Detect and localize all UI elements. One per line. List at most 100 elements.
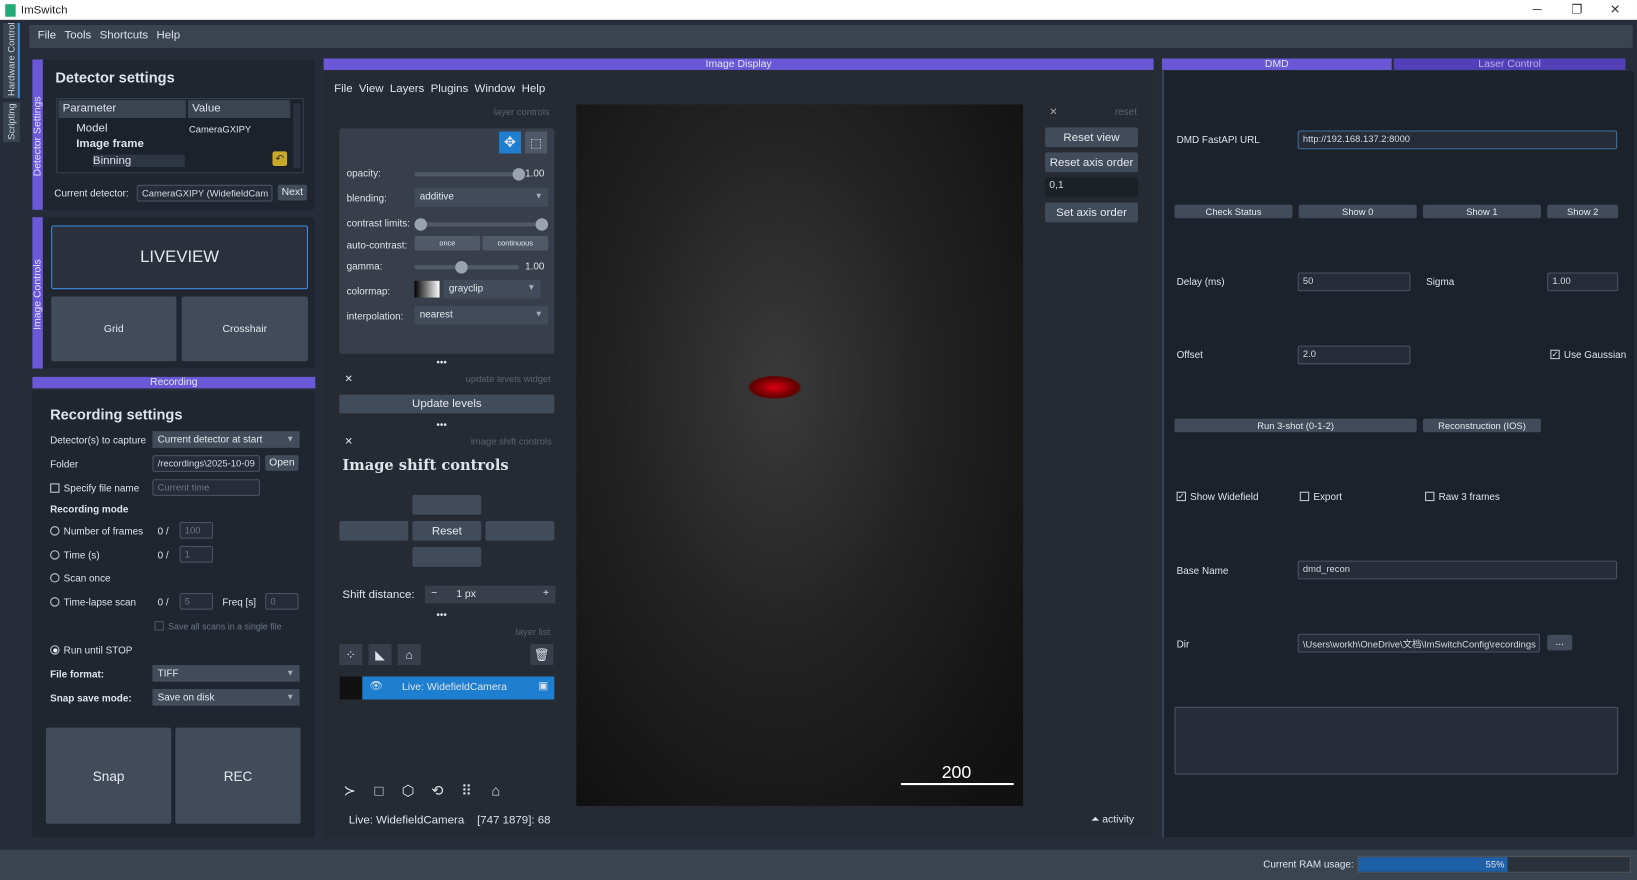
tree-row-model[interactable]: Model (76, 122, 107, 135)
interpolation-select[interactable]: nearest (414, 305, 549, 325)
show-2-button[interactable]: Show 2 (1547, 204, 1619, 219)
file-format-select[interactable]: TIFF (152, 665, 300, 682)
reset-view-button[interactable]: Reset view (1045, 127, 1138, 148)
tab-scripting[interactable]: Scripting (3, 102, 20, 142)
raw-3-frames-checkbox[interactable] (1425, 491, 1435, 502)
timelapse-input[interactable]: 5 (179, 592, 213, 610)
close-icon[interactable]: ✕ (345, 436, 353, 447)
snap-button[interactable]: Snap (45, 727, 172, 824)
splitter-handle[interactable]: ••• (436, 610, 446, 621)
shift-left-button[interactable] (339, 520, 409, 541)
shift-right-button[interactable] (485, 520, 555, 541)
splitter-handle[interactable]: ••• (436, 357, 446, 368)
pan-zoom-icon[interactable]: ✥ (499, 131, 521, 154)
shift-distance-stepper[interactable]: − 1 px + (424, 585, 556, 604)
napari-menu-help[interactable]: Help (522, 82, 546, 95)
ndisplay-icon[interactable]: □ (367, 779, 390, 802)
sigma-spinbox[interactable]: 1.00 (1547, 272, 1619, 292)
colormap-select[interactable]: grayclip (443, 279, 541, 299)
tab-laser-control[interactable]: Laser Control (1393, 58, 1626, 70)
transform-icon[interactable]: ⬚ (525, 131, 548, 154)
dir-input[interactable]: \Users\workh\OneDrive\文档\ImSwitchConfig\… (1297, 633, 1540, 653)
browse-button[interactable]: ... (1547, 634, 1573, 651)
timelapse-radio[interactable] (50, 597, 60, 607)
column-value[interactable]: Value (187, 100, 291, 118)
time-radio[interactable] (50, 550, 60, 560)
close-button[interactable]: ✕ (1610, 2, 1621, 17)
gamma-slider[interactable] (414, 261, 519, 274)
specify-filename-checkbox[interactable] (50, 483, 60, 493)
splitter-handle[interactable]: ••• (436, 420, 446, 431)
show-widefield-checkbox[interactable]: ✓ (1176, 491, 1186, 502)
new-labels-icon[interactable]: ⌂ (397, 644, 421, 666)
napari-menu-plugins[interactable]: Plugins (431, 82, 469, 95)
column-parameter[interactable]: Parameter (58, 100, 186, 118)
delay-spinbox[interactable]: 50 (1297, 272, 1411, 292)
close-icon[interactable]: ✕ (1049, 106, 1057, 117)
crosshair-button[interactable]: Crosshair (181, 296, 308, 362)
activity-button[interactable]: ⏶ activity (1091, 814, 1134, 825)
transpose-icon[interactable]: ⟲ (426, 779, 449, 802)
new-shapes-icon[interactable]: ◣ (368, 644, 392, 666)
tree-row-image-frame[interactable]: Image frame (76, 138, 144, 151)
menu-help[interactable]: Help (156, 29, 180, 44)
current-detector-select[interactable]: CameraGXIPY (WidefieldCam (136, 184, 273, 202)
axis-order-input[interactable]: 0,1 (1045, 177, 1138, 198)
grid-button[interactable]: Grid (51, 296, 177, 362)
tab-dmd[interactable]: DMD (1161, 58, 1392, 70)
frames-radio[interactable] (50, 526, 60, 536)
reset-axis-order-button[interactable]: Reset axis order (1045, 152, 1138, 173)
visibility-eye-icon[interactable]: 👁 (370, 681, 383, 692)
roll-dims-icon[interactable]: ⬡ (397, 779, 420, 802)
napari-menu-view[interactable]: View (359, 82, 384, 95)
run-until-stop-radio[interactable] (50, 645, 60, 655)
image-canvas[interactable]: 200 (576, 104, 1024, 806)
use-gaussian-checkbox[interactable]: ✓ (1550, 349, 1560, 360)
home-icon[interactable]: ⌂ (484, 779, 507, 802)
liveview-button[interactable]: LIVEVIEW (51, 225, 308, 290)
continuous-button[interactable]: continuous (482, 235, 549, 251)
menu-shortcuts[interactable]: Shortcuts (100, 29, 149, 44)
contrast-slider[interactable] (414, 218, 549, 231)
parameter-tree[interactable]: Parameter Value Model CameraGXIPY Image … (56, 98, 304, 174)
offset-spinbox[interactable]: 2.0 (1297, 345, 1411, 365)
log-textarea[interactable] (1174, 706, 1619, 775)
undo-icon[interactable]: ↶ (272, 151, 288, 166)
napari-menu-layers[interactable]: Layers (390, 82, 424, 95)
blending-select[interactable]: additive (414, 187, 549, 207)
shift-distance-value[interactable]: 1 px (456, 589, 476, 600)
url-input[interactable]: http://192.168.137.2:8000 (1297, 130, 1618, 150)
tree-scrollbar[interactable] (293, 103, 301, 169)
folder-input[interactable]: /recordings\2025-10-09 (152, 455, 260, 472)
layer-item[interactable]: 👁 Live: WidefieldCamera ▣ (339, 676, 555, 700)
maximize-button[interactable]: ❐ (1571, 2, 1582, 17)
napari-menu-file[interactable]: File (334, 82, 353, 95)
rec-button[interactable]: REC (175, 727, 301, 824)
save-all-checkbox[interactable] (154, 621, 164, 631)
tab-image-display[interactable]: Image Display (323, 58, 1154, 70)
set-axis-order-button[interactable]: Set axis order (1045, 202, 1138, 223)
next-detector-button[interactable]: Next (277, 184, 307, 201)
new-points-icon[interactable]: ⁘ (339, 644, 363, 666)
tree-row-binning[interactable]: Binning (92, 154, 185, 168)
show-1-button[interactable]: Show 1 (1422, 204, 1541, 219)
minimize-button[interactable]: ─ (1533, 2, 1542, 17)
frames-input[interactable]: 100 (179, 522, 213, 539)
run-3-shot-button[interactable]: Run 3-shot (0-1-2) (1174, 418, 1417, 433)
increment-button[interactable]: + (543, 588, 549, 599)
close-icon[interactable]: ✕ (345, 374, 353, 385)
reconstruction-button[interactable]: Reconstruction (IOS) (1422, 418, 1541, 433)
once-button[interactable]: once (414, 235, 481, 251)
filename-input[interactable]: Current time (152, 479, 260, 496)
detectors-select[interactable]: Current detector at start (152, 431, 300, 448)
delete-layer-icon[interactable]: 🗑 (530, 644, 554, 666)
menu-file[interactable]: File (38, 29, 57, 44)
export-checkbox[interactable] (1299, 491, 1310, 502)
console-icon[interactable]: ≻ (338, 779, 361, 802)
grid-icon[interactable]: ⠿ (455, 779, 478, 802)
menu-tools[interactable]: Tools (64, 29, 91, 44)
decrement-button[interactable]: − (431, 588, 437, 599)
scan-once-radio[interactable] (50, 573, 60, 583)
time-input[interactable]: 1 (179, 546, 213, 563)
freq-input[interactable]: 0 (265, 592, 299, 610)
